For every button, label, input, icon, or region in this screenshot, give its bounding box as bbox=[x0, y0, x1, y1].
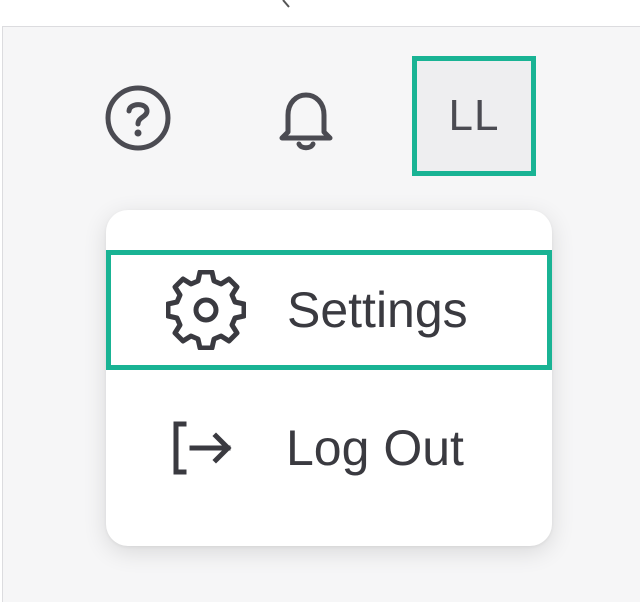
help-button[interactable] bbox=[100, 80, 176, 156]
notifications-button[interactable] bbox=[268, 80, 344, 156]
settings-label: Settings bbox=[287, 282, 468, 338]
menu-item-log-out[interactable]: Log Out bbox=[106, 390, 552, 506]
user-avatar-button[interactable]: LL bbox=[412, 56, 536, 176]
log-out-icon bbox=[162, 408, 242, 488]
top-cut-glyph bbox=[282, 0, 290, 8]
bell-icon bbox=[279, 92, 333, 151]
app-frame: LL Settings Log Out bbox=[0, 0, 640, 602]
log-out-label: Log Out bbox=[286, 420, 464, 476]
avatar-initials: LL bbox=[448, 91, 500, 140]
help-circle-icon bbox=[105, 85, 171, 151]
user-dropdown-menu: Settings Log Out bbox=[106, 210, 552, 546]
menu-item-settings[interactable]: Settings bbox=[106, 250, 552, 370]
gear-icon bbox=[166, 270, 246, 350]
